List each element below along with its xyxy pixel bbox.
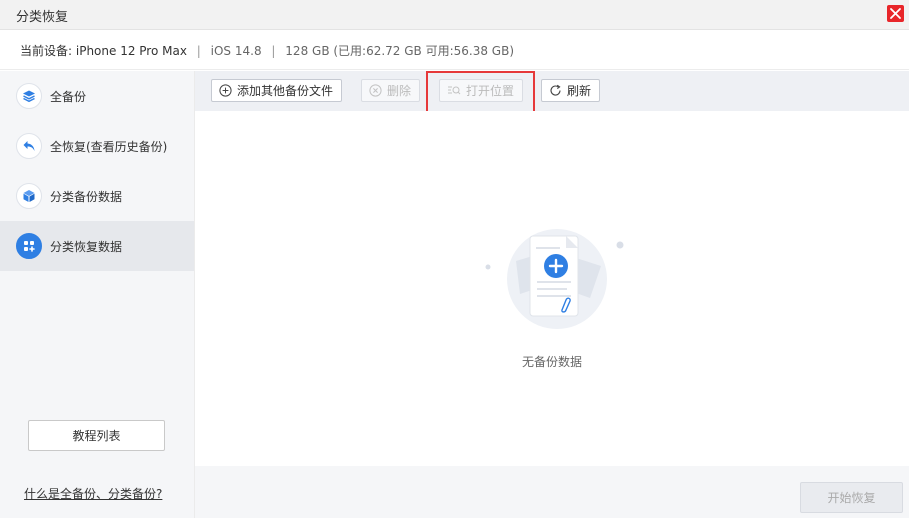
device-name: iPhone 12 Pro Max [75, 44, 187, 58]
refresh-icon [549, 84, 562, 97]
tutorial-list-button[interactable]: 教程列表 [28, 420, 165, 451]
separator: | [196, 44, 201, 58]
empty-document-plus-icon [485, 229, 624, 329]
layers-icon [16, 83, 42, 109]
sidebar-item-label: 分类恢复数据 [50, 239, 123, 254]
highlight-frame [426, 71, 535, 114]
window-title: 分类恢复 [16, 10, 69, 25]
empty-state-text: 无备份数据 [521, 355, 582, 369]
plus-circle-icon [219, 84, 232, 97]
sidebar-item-label: 全恢复(查看历史备份) [50, 139, 168, 154]
device-info-bar: 当前设备: iPhone 12 Pro Max | iOS 14.8 | 128… [0, 30, 909, 70]
undo-arrow-icon [16, 133, 42, 159]
delete-button[interactable]: 删除 [361, 79, 421, 102]
close-button[interactable] [887, 5, 904, 22]
sidebar-item-full-backup[interactable]: 全备份 [0, 71, 194, 121]
sidebar-item-label: 分类备份数据 [50, 189, 123, 204]
refresh-button[interactable]: 刷新 [541, 79, 601, 102]
sidebar-item-category-backup[interactable]: 分类备份数据 [0, 171, 194, 221]
cube-icon [16, 183, 42, 209]
footer: 开始恢复 [195, 466, 909, 518]
delete-circle-icon [369, 84, 382, 97]
title-bar: 分类恢复 [0, 0, 909, 30]
delete-label: 删除 [387, 84, 412, 98]
sidebar-item-category-restore[interactable]: 分类恢复数据 [0, 221, 194, 271]
refresh-label: 刷新 [567, 84, 592, 98]
backup-help-link[interactable]: 什么是全备份、分类备份? [24, 485, 162, 502]
backup-list-area: 无备份数据 [195, 111, 909, 466]
sidebar: 全备份 全恢复(查看历史备份) 分类备份数据 分类恢复数据 教程列表 什么是全备… [0, 71, 195, 518]
device-info: 当前设备: iPhone 12 Pro Max | iOS 14.8 | 128… [20, 42, 514, 59]
toolbar: 添加其他备份文件 删除 打开位置 刷新 [195, 71, 909, 114]
close-icon [890, 8, 901, 19]
separator: | [271, 44, 276, 58]
add-backup-file-label: 添加其他备份文件 [237, 84, 334, 98]
storage-info: 128 GB (已用:62.72 GB 可用:56.38 GB) [285, 44, 515, 58]
ios-version: iOS 14.8 [210, 44, 262, 58]
sidebar-item-label: 全备份 [50, 89, 87, 104]
add-backup-file-button[interactable]: 添加其他备份文件 [211, 79, 343, 102]
grid-icon [16, 233, 42, 259]
sidebar-item-full-restore[interactable]: 全恢复(查看历史备份) [0, 121, 194, 171]
device-label: 当前设备: [20, 44, 73, 58]
start-restore-button[interactable]: 开始恢复 [800, 482, 903, 513]
